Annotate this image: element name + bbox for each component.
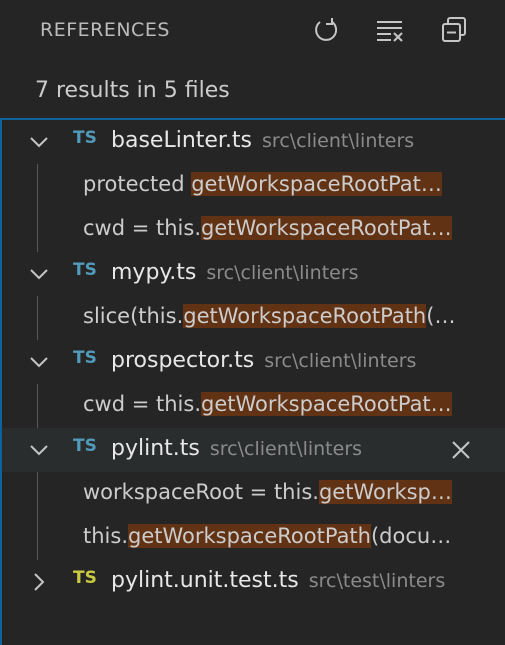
dismiss-icon[interactable] [450, 439, 472, 461]
file-row-baselinter[interactable]: TS baseLinter.ts src\client\linters [2, 120, 505, 164]
file-path: src\client\linters [206, 262, 359, 284]
match-row[interactable]: this.getWorkspaceRootPath(docu… [2, 516, 505, 560]
file-row-pylint[interactable]: TS pylint.ts src\client\linters [2, 428, 505, 472]
match-row[interactable]: slice(this.getWorkspaceRootPath(… [2, 296, 505, 340]
collapse-all-icon [442, 17, 466, 42]
typescript-file-icon: TS [73, 128, 97, 148]
collapse-all-button[interactable] [438, 14, 470, 46]
chevron-down-icon[interactable] [28, 131, 50, 153]
references-tree: TS baseLinter.ts src\client\linters prot… [0, 118, 505, 645]
match-preview: this.getWorkspaceRootPath(docu… [83, 524, 452, 548]
match-preview: cwd = this.getWorkspaceRootPat… [83, 216, 452, 240]
file-name: baseLinter.ts [111, 128, 253, 153]
chevron-down-icon[interactable] [28, 263, 50, 285]
match-highlight: getWorksp… [318, 480, 452, 504]
match-highlight: getWorkspaceRootPath [183, 304, 427, 328]
file-name: mypy.ts [111, 260, 197, 285]
file-path: src\client\linters [264, 350, 417, 372]
match-highlight: getWorkspaceRootPath [128, 524, 371, 548]
typescript-file-icon: TS [73, 260, 97, 280]
refresh-button[interactable] [310, 14, 342, 46]
file-row-pylint-unit-test[interactable]: TS pylint.unit.test.ts src\test\linters [2, 560, 505, 604]
match-highlight: getWorkspaceRootPat… [201, 392, 452, 416]
file-path: src\client\linters [209, 438, 363, 460]
match-row[interactable]: cwd = this.getWorkspaceRootPat… [2, 384, 505, 428]
file-path: src\client\linters [262, 130, 415, 152]
typescript-file-icon: TS [73, 348, 97, 368]
chevron-right-icon[interactable] [28, 571, 50, 593]
match-preview: cwd = this.getWorkspaceRootPat… [83, 392, 452, 416]
references-header: REFERENCES [0, 0, 505, 62]
file-path: src\test\linters [308, 570, 446, 592]
typescript-test-file-icon: TS [73, 568, 97, 588]
match-highlight: getWorkspaceRootPat… [191, 172, 442, 196]
match-row[interactable]: protected getWorkspaceRootPat… [2, 164, 505, 208]
results-summary: 7 results in 5 files [35, 78, 230, 103]
match-highlight: getWorkspaceRootPat… [201, 216, 452, 240]
match-preview: protected getWorkspaceRootPat… [83, 172, 442, 196]
file-row-mypy[interactable]: TS mypy.ts src\client\linters [2, 252, 505, 296]
typescript-file-icon: TS [73, 436, 97, 456]
file-name: pylint.unit.test.ts [111, 568, 299, 593]
file-row-prospector[interactable]: TS prospector.ts src\client\linters [2, 340, 505, 384]
file-name: pylint.ts [111, 436, 200, 461]
clear-all-icon [377, 21, 403, 42]
file-name: prospector.ts [111, 348, 255, 373]
panel-title: REFERENCES [40, 19, 170, 41]
match-preview: slice(this.getWorkspaceRootPath(… [83, 304, 456, 328]
chevron-down-icon[interactable] [28, 351, 50, 373]
refresh-icon [315, 18, 338, 41]
match-row[interactable]: workspaceRoot = this.getWorksp… [2, 472, 505, 516]
match-preview: workspaceRoot = this.getWorksp… [83, 480, 452, 504]
clear-all-button[interactable] [374, 14, 406, 46]
match-row[interactable]: cwd = this.getWorkspaceRootPat… [2, 208, 505, 252]
chevron-down-icon[interactable] [28, 439, 50, 461]
